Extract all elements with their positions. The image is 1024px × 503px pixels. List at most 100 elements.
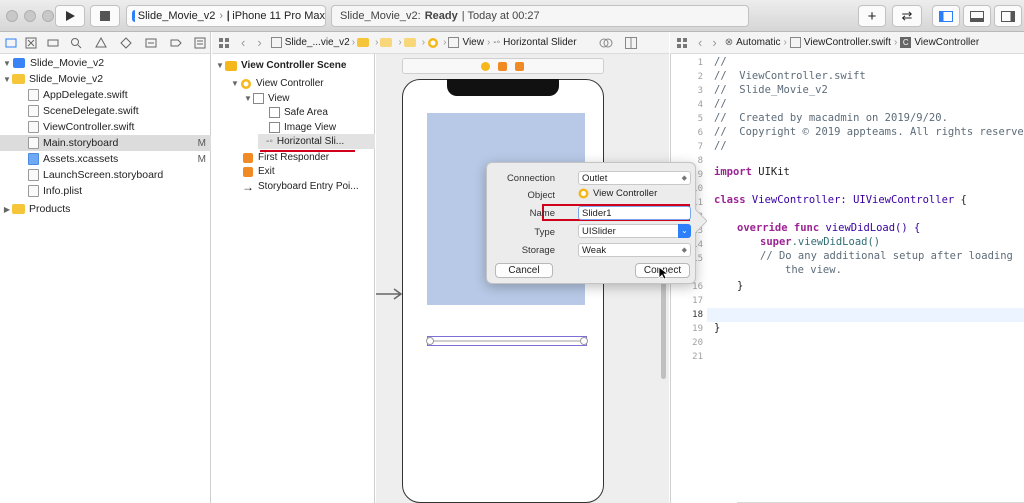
scheme-selector[interactable]: Slide_Movie_v2 › iPhone 11 Pro Max xyxy=(126,5,326,27)
outline-item-first-responder[interactable]: First Responder xyxy=(242,150,329,165)
nav-item-file[interactable]: SceneDelegate.swift xyxy=(0,103,211,119)
outline-scene[interactable]: ▼ View Controller Scene xyxy=(215,58,346,73)
outline-label: Safe Area xyxy=(284,107,328,118)
storyboard-icon[interactable] xyxy=(380,38,393,47)
zoom-window-icon[interactable] xyxy=(42,10,54,22)
find-navigator-icon[interactable] xyxy=(70,37,82,49)
issue-navigator-icon[interactable] xyxy=(95,37,107,49)
slider-icon: -◦ xyxy=(493,37,501,48)
outline-item-entry-point[interactable]: → Storyboard Entry Poi... xyxy=(242,179,359,194)
disclosure-down-icon[interactable]: ▼ xyxy=(2,75,12,84)
outline-item-view[interactable]: ▼ View xyxy=(243,91,290,106)
back-icon[interactable]: ‹ xyxy=(241,35,245,50)
code-editor[interactable]: 1 2 3 4 5 6 7 8 9 10 11 12 13 14 15 16 1… xyxy=(670,54,1024,503)
assistant-file[interactable]: ViewController.swift xyxy=(804,37,891,48)
run-button[interactable] xyxy=(55,5,85,27)
split-editor-icon[interactable] xyxy=(624,36,637,49)
forward-icon[interactable]: › xyxy=(712,35,716,50)
storyboard-file-icon xyxy=(270,37,282,48)
object-value-row: View Controller xyxy=(578,188,657,199)
breadcrumb-slider[interactable]: Horizontal Slider xyxy=(503,37,576,48)
horizontal-slider[interactable] xyxy=(426,336,588,346)
name-value: Slider1 xyxy=(582,207,612,219)
related-items-icon[interactable] xyxy=(218,37,230,49)
nav-item-file[interactable]: AppDelegate.swift xyxy=(0,87,211,103)
breadcrumb-view[interactable]: View xyxy=(462,37,484,48)
exit-dock-icon[interactable] xyxy=(515,62,524,71)
adjust-editor-options-icon[interactable] xyxy=(599,38,613,48)
close-window-icon[interactable] xyxy=(6,10,18,22)
nav-item-group[interactable]: ▶ Products xyxy=(0,201,211,217)
status-state: Ready xyxy=(424,10,458,22)
cancel-button[interactable]: Cancel xyxy=(495,263,553,278)
source-control-icon[interactable] xyxy=(25,37,37,49)
code-line: // xyxy=(714,98,727,110)
folder-icon[interactable] xyxy=(357,38,370,47)
minimize-window-icon[interactable] xyxy=(24,10,36,22)
first-responder-dock-icon[interactable] xyxy=(498,62,507,71)
forward-icon[interactable]: › xyxy=(257,35,261,50)
nav-item-file[interactable]: LaunchScreen.storyboard xyxy=(0,167,211,183)
chevron-down-icon[interactable]: ⌄ xyxy=(678,224,691,238)
line-number: 19 xyxy=(692,324,703,334)
code-line: // ViewController.swift xyxy=(714,70,866,82)
view-controller-dock-icon[interactable] xyxy=(481,62,490,71)
toggle-debug-area-button[interactable] xyxy=(963,5,991,27)
view-controller-icon[interactable] xyxy=(427,37,439,49)
name-input[interactable]: Slider1 xyxy=(578,206,691,220)
outline-item-horizontal-slider[interactable]: -◦ Horizontal Sli... xyxy=(258,134,375,149)
stop-button[interactable] xyxy=(90,5,120,27)
chevron-right-icon: › xyxy=(375,37,379,48)
disclosure-down-icon[interactable]: ▼ xyxy=(230,79,240,88)
nav-item-label: Info.plist xyxy=(43,185,83,197)
code-review-button[interactable]: ⇄ xyxy=(892,5,922,27)
connection-select[interactable]: Outlet ◆ xyxy=(578,171,691,185)
assistant-class[interactable]: ViewController xyxy=(914,37,979,48)
nav-item-file[interactable]: Assets.xcassets M xyxy=(0,151,211,167)
chevron-right-icon: › xyxy=(219,10,224,22)
toggle-navigator-button[interactable] xyxy=(932,5,960,27)
stop-icon xyxy=(100,11,110,21)
nav-item-file[interactable]: ViewController.swift xyxy=(0,119,211,135)
scheme-device: iPhone 11 Pro Max xyxy=(232,10,325,22)
nav-item-file-selected[interactable]: Main.storyboard M xyxy=(0,135,211,151)
outline-item-safe-area[interactable]: Safe Area xyxy=(269,105,328,120)
breakpoint-navigator-icon[interactable] xyxy=(170,37,182,49)
outline-item-view-controller[interactable]: ▼ View Controller xyxy=(230,76,324,91)
back-icon[interactable]: ‹ xyxy=(698,35,702,50)
debug-navigator-icon[interactable] xyxy=(145,37,157,49)
modified-badge: M xyxy=(197,137,206,149)
related-items-icon[interactable] xyxy=(676,37,688,49)
symbol-navigator-icon[interactable] xyxy=(47,37,59,49)
test-navigator-icon[interactable] xyxy=(120,37,132,49)
disclosure-right-icon[interactable]: ▶ xyxy=(2,205,12,214)
assistant-mode[interactable]: Automatic xyxy=(736,37,780,48)
linked-icon: ⊗ xyxy=(724,37,734,48)
iphone-frame[interactable] xyxy=(402,79,604,503)
library-button[interactable]: + xyxy=(858,5,886,27)
disclosure-down-icon[interactable]: ▼ xyxy=(2,59,12,68)
arrow-right-icon: → xyxy=(242,179,254,194)
nav-item-group[interactable]: ▼ Slide_Movie_v2 xyxy=(0,71,211,87)
report-navigator-icon[interactable] xyxy=(194,37,206,49)
editor-jump-bar: ‹ › Slide_...vie_v2 › › › › › View › -◦ … xyxy=(212,32,669,54)
method-call: .viewDidLoad() xyxy=(791,236,881,248)
storage-select[interactable]: Weak ◆ xyxy=(578,243,691,257)
nav-item-file[interactable]: Info.plist xyxy=(0,183,211,199)
chevron-right-icon: › xyxy=(783,37,787,48)
scene-icon[interactable] xyxy=(403,38,416,47)
outline-item-image-view[interactable]: Image View xyxy=(269,120,336,135)
outline-item-exit[interactable]: Exit xyxy=(242,164,275,179)
type-combobox[interactable]: UISlider ⌄ xyxy=(578,224,691,238)
outline-label: View xyxy=(268,93,290,104)
project-navigator-icon[interactable] xyxy=(5,37,17,49)
disclosure-down-icon[interactable]: ▼ xyxy=(243,94,253,103)
toggle-inspector-button[interactable] xyxy=(994,5,1022,27)
disclosure-down-icon[interactable]: ▼ xyxy=(215,61,225,70)
breadcrumb-file[interactable]: Slide_...vie_v2 xyxy=(285,37,350,48)
code-line: // Copyright © 2019 appteams. All rights… xyxy=(714,126,1024,138)
nav-item-project[interactable]: ▼ Slide_Movie_v2 xyxy=(0,55,211,71)
line-number: 18 xyxy=(692,310,703,320)
slider-thumb[interactable] xyxy=(426,337,434,345)
code-line-import: import UIKit xyxy=(714,166,790,178)
